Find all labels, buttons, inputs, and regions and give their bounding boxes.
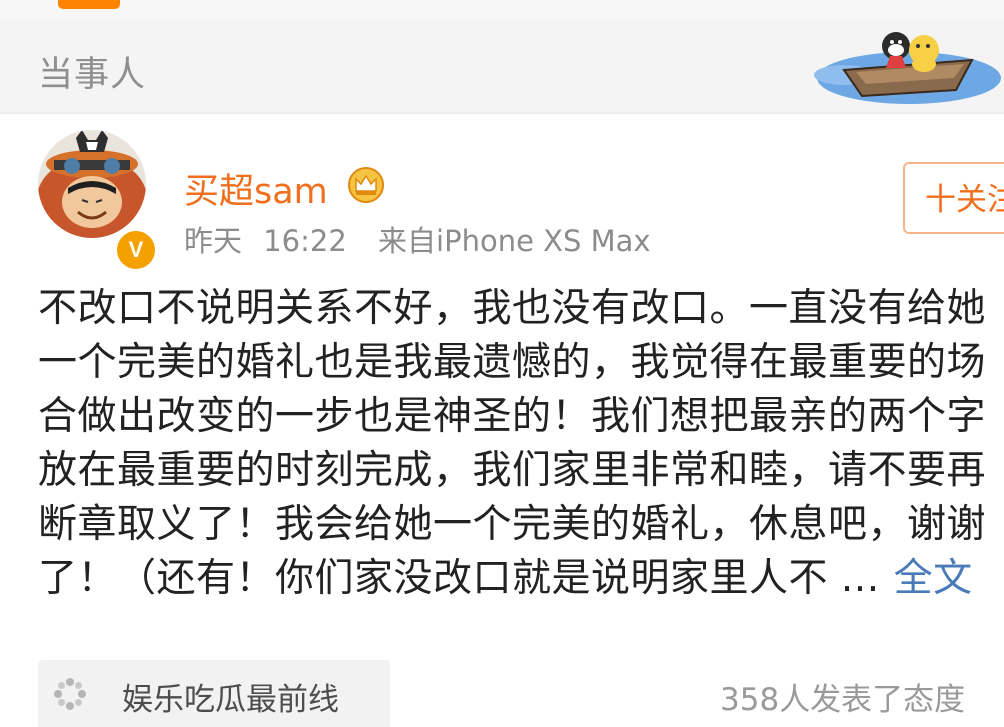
section-header: 当事人 xyxy=(0,20,1004,114)
post-time: 16:22 xyxy=(263,224,347,258)
content-line: 不改口不说明关系不好，我也没有改口。一直没有给她 xyxy=(38,286,987,331)
topic-icon xyxy=(54,678,86,710)
post-meta: 昨天 16:22 来自iPhone XS Max xyxy=(184,218,651,260)
post-source: 来自iPhone XS Max xyxy=(378,224,651,258)
content-line: 一个完美的婚礼也是我最遗憾的，我觉得在最重要的场 xyxy=(38,340,987,385)
boat-illustration-icon xyxy=(814,32,1001,104)
post-date: 昨天 xyxy=(184,224,243,258)
section-title: 当事人 xyxy=(38,55,147,95)
avatar-image xyxy=(38,130,146,238)
content-line-text: 了！（还有！你们家没改口就是说明家里人不 ... xyxy=(38,556,880,601)
active-tab-indicator xyxy=(58,0,120,9)
post-content: 不改口不说明关系不好，我也没有改口。一直没有给她 一个完美的婚礼也是我最遗憾的，… xyxy=(38,282,1004,606)
reactions-count[interactable]: 358人发表了态度 xyxy=(720,674,965,719)
content-line: 断章取义了！我会给她一个完美的婚礼，休息吧，谢谢 xyxy=(38,502,987,547)
content-line-last: 了！（还有！你们家没改口就是说明家里人不 ... 全文 xyxy=(38,552,1004,606)
follow-button[interactable]: 十关注 xyxy=(903,162,1004,234)
topic-label: 娱乐吃瓜最前线 xyxy=(122,682,339,718)
full-text-link[interactable]: 全文 xyxy=(894,556,973,601)
content-line: 合做出改变的一步也是神圣的！我们想把最亲的两个字 xyxy=(38,394,987,439)
weibo-post-screen: 当事人 V 买超sam 昨天 16:22 来自iPhone XS Max 十关 … xyxy=(0,0,1004,727)
avatar-illustration-icon xyxy=(38,130,146,238)
avatar[interactable]: V xyxy=(38,130,158,272)
top-strip xyxy=(0,0,1004,20)
topic-card[interactable]: 娱乐吃瓜最前线 xyxy=(38,660,390,727)
crown-icon xyxy=(348,167,384,203)
author-name[interactable]: 买超sam xyxy=(184,163,328,214)
content-line: 放在最重要的时刻完成，我们家里非常和睦，请不要再 xyxy=(38,448,987,493)
verified-icon: V xyxy=(114,228,158,272)
